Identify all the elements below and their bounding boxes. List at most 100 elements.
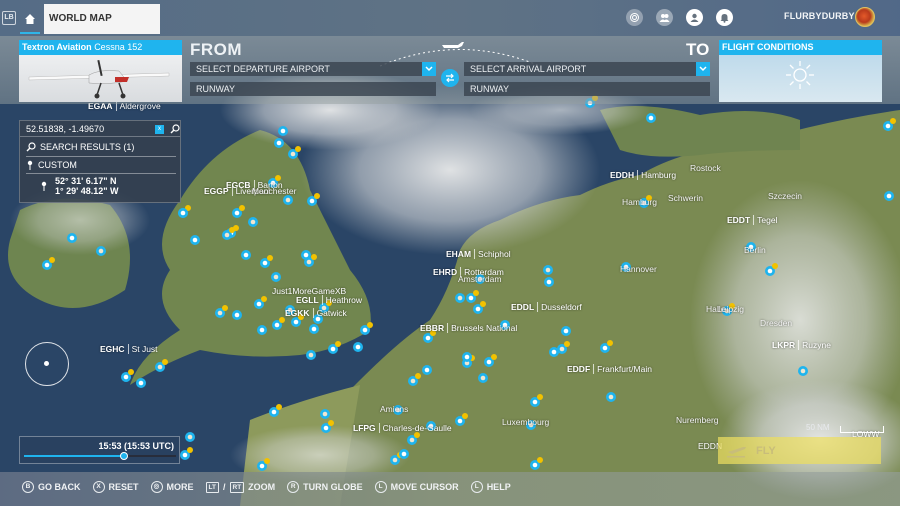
airport-marker[interactable]	[544, 277, 554, 287]
airport-marker[interactable]	[178, 208, 188, 218]
aircraft-selector[interactable]: Textron Aviation Cessna 152	[19, 40, 182, 102]
map-label[interactable]: EDDF Frankfurt/Main	[567, 364, 652, 374]
airport-marker[interactable]	[185, 432, 195, 442]
sun-icon	[786, 61, 814, 89]
map-cursor[interactable]	[25, 342, 69, 386]
map-label[interactable]: Amiens	[380, 404, 408, 414]
departure-airport-select[interactable]: SELECT DEPARTURE AIRPORT	[190, 62, 436, 76]
chevron-down-icon[interactable]	[696, 62, 710, 76]
to-label: TO	[686, 40, 710, 59]
arrival-runway-select[interactable]: RUNWAY	[464, 82, 710, 96]
map-label[interactable]: LKPR Ruzyne	[772, 340, 831, 350]
achievements-icon[interactable]	[626, 9, 643, 26]
flight-conditions-panel[interactable]: FLIGHT CONDITIONS	[719, 40, 882, 102]
airport-marker[interactable]	[271, 272, 281, 282]
map-label[interactable]: Rostock	[690, 163, 721, 173]
airport-marker[interactable]	[478, 373, 488, 383]
airport-marker[interactable]	[320, 409, 330, 419]
airport-marker[interactable]	[306, 350, 316, 360]
map-label[interactable]: EGKK Gatwick	[285, 308, 347, 318]
poi-badge-icon	[264, 458, 270, 464]
airport-marker[interactable]	[462, 352, 472, 362]
map-label[interactable]: Nuremberg	[676, 415, 719, 425]
map-label[interactable]: EGHC St Just	[100, 344, 158, 354]
hint-help[interactable]: L HELP	[470, 481, 511, 493]
time-slider[interactable]	[24, 452, 176, 460]
username[interactable]: FLURBYDURBY	[784, 11, 855, 21]
map-label[interactable]: Manchester	[252, 186, 296, 196]
map-label[interactable]: Leipzig	[717, 304, 744, 314]
hint-more[interactable]: ◎ MORE	[150, 481, 194, 493]
map-label[interactable]: Dresden	[760, 318, 792, 328]
map-label[interactable]: EDDT Tegel	[727, 215, 777, 225]
airport-marker[interactable]	[67, 233, 77, 243]
airport-marker[interactable]	[278, 126, 288, 136]
airport-code: EDDT	[727, 215, 755, 225]
friends-icon[interactable]	[656, 9, 673, 26]
map-label[interactable]: EBBR Brussels National	[420, 323, 517, 333]
map-label[interactable]: LFPG Charles-de-Gaulle	[353, 423, 452, 433]
airport-marker[interactable]	[96, 246, 106, 256]
departure-runway-select[interactable]: RUNWAY	[190, 82, 436, 96]
poi-badge-icon	[772, 263, 778, 269]
hint-go-back[interactable]: B GO BACK	[22, 481, 81, 493]
map-label[interactable]: Hannover	[620, 264, 657, 274]
map-label[interactable]: Luxembourg	[502, 417, 549, 427]
chevron-down-icon[interactable]	[422, 62, 436, 76]
poi-badge-icon	[367, 322, 373, 328]
airport-marker[interactable]	[283, 195, 293, 205]
airport-marker[interactable]	[455, 293, 465, 303]
airport-marker[interactable]	[561, 326, 571, 336]
map-label[interactable]: EDDH Hamburg	[610, 170, 676, 180]
airport-marker[interactable]	[232, 310, 242, 320]
fly-label: FLY	[756, 444, 776, 457]
airport-marker[interactable]	[646, 113, 656, 123]
airport-marker[interactable]	[399, 449, 409, 459]
hint-label: TURN GLOBE	[303, 482, 363, 492]
hint-zoom[interactable]: LT / RT ZOOM	[205, 481, 275, 493]
place-name: Ruzyne	[802, 340, 831, 350]
airport-marker[interactable]	[190, 235, 200, 245]
map-label[interactable]: Szczecin	[768, 191, 802, 201]
map-label[interactable]: Amsterdam	[458, 274, 501, 284]
airport-marker[interactable]	[257, 325, 267, 335]
profile-icon[interactable]	[686, 9, 703, 26]
airport-marker[interactable]	[136, 378, 146, 388]
search-result-item[interactable]: 52° 31' 6.17" N 1° 29' 48.12" W	[55, 176, 119, 196]
airport-marker[interactable]	[884, 191, 894, 201]
airport-marker[interactable]	[798, 366, 808, 376]
map-label[interactable]: EHAM Schiphol	[446, 249, 511, 259]
airport-marker[interactable]	[353, 342, 363, 352]
avatar[interactable]	[855, 7, 875, 27]
notifications-icon[interactable]	[716, 9, 733, 26]
hint-turn-globe[interactable]: R TURN GLOBE	[287, 481, 363, 493]
poi-badge-icon	[276, 404, 282, 410]
hint-move-cursor[interactable]: L MOVE CURSOR	[374, 481, 459, 493]
airport-marker[interactable]	[606, 392, 616, 402]
map-label[interactable]: Schwerin	[668, 193, 703, 203]
airport-marker[interactable]	[248, 217, 258, 227]
airport-marker[interactable]	[309, 324, 319, 334]
clear-search-button[interactable]: x	[155, 125, 164, 134]
airport-marker[interactable]	[274, 138, 284, 148]
airport-marker[interactable]	[241, 250, 251, 260]
map-label[interactable]: EGLL Heathrow	[296, 295, 362, 305]
airport-marker[interactable]	[549, 347, 559, 357]
controller-hints: B GO BACK X RESET ◎ MORE LT / RT ZOOM R TURN GL…	[22, 481, 511, 493]
home-button[interactable]	[18, 4, 42, 34]
airport-marker[interactable]	[422, 365, 432, 375]
airport-code: EGHC	[100, 344, 129, 354]
tab-world-map[interactable]: WORLD MAP	[44, 4, 160, 34]
airport-marker[interactable]	[543, 265, 553, 275]
airport-code: LKPR	[772, 340, 800, 350]
map-label[interactable]: Berlin	[744, 245, 766, 255]
swap-airports-button[interactable]	[441, 69, 459, 87]
search-icon[interactable]	[170, 124, 180, 134]
map-label[interactable]: EDDL Dusseldorf	[511, 302, 582, 312]
arrival-airport-select[interactable]: SELECT ARRIVAL AIRPORT	[464, 62, 710, 76]
fly-button[interactable]: FLY	[718, 437, 881, 464]
time-slider-handle[interactable]	[120, 452, 129, 460]
hint-reset[interactable]: X RESET	[92, 481, 139, 493]
lb-button-icon[interactable]: LB	[2, 11, 16, 25]
map-label[interactable]: Hamburg	[622, 197, 657, 207]
